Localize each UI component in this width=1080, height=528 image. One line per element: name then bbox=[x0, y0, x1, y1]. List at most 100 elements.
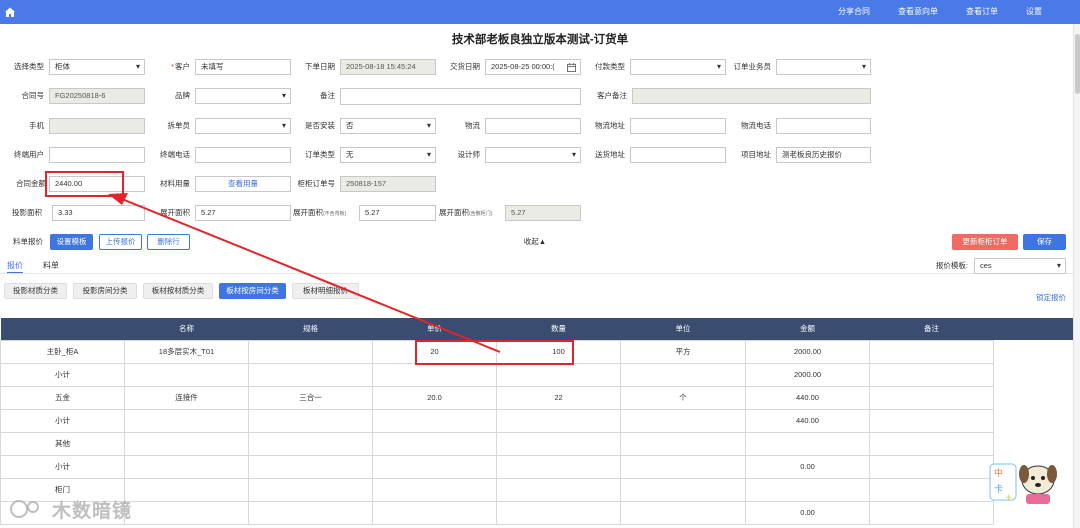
phone-label: 手机 bbox=[29, 121, 44, 130]
view-intent-orders-link[interactable]: 查看意向单 bbox=[884, 0, 952, 24]
delete-row-button[interactable]: 删除行 bbox=[147, 234, 190, 250]
brand-dropdown[interactable] bbox=[195, 88, 291, 104]
table-cell bbox=[124, 454, 249, 479]
set-template-button[interactable]: 设置模板 bbox=[50, 234, 93, 250]
lock-quote-link[interactable]: 锁定报价 bbox=[1026, 290, 1066, 306]
table-cell: 其他 bbox=[0, 431, 125, 456]
update-cabinet-order-button[interactable]: 更新柜柜订单 bbox=[952, 234, 1018, 250]
order-type-dropdown[interactable]: 无 bbox=[340, 147, 436, 163]
table-cell[interactable] bbox=[372, 362, 497, 387]
settings-link[interactable]: 设置 bbox=[1012, 0, 1056, 24]
quote-label: 料单报价 bbox=[13, 237, 43, 246]
projected-area-input[interactable]: 3.33 bbox=[52, 205, 145, 221]
home-icon[interactable] bbox=[4, 6, 16, 18]
remark-label: 备注 bbox=[320, 91, 335, 100]
designer-label: 设计师 bbox=[457, 150, 481, 159]
install-dropdown[interactable]: 否 bbox=[340, 118, 436, 134]
expanded-area-with-door-field: 5.27 bbox=[505, 205, 581, 221]
tab-quote[interactable]: 报价 bbox=[7, 260, 23, 274]
collapse-toggle[interactable]: 收起▲ bbox=[515, 234, 555, 250]
table-cell[interactable] bbox=[869, 339, 994, 364]
table-cell bbox=[248, 339, 373, 364]
table-spacer-cell bbox=[993, 432, 1074, 455]
end-phone-input[interactable] bbox=[195, 147, 291, 163]
board-room-category-button[interactable]: 板材按房间分类 bbox=[219, 283, 286, 299]
quote-template-dropdown[interactable]: ces bbox=[974, 258, 1066, 274]
customer-remark-label: 客户备注 bbox=[597, 91, 627, 100]
upload-quote-button[interactable]: 上传报价 bbox=[99, 234, 142, 250]
table-cell: 连接件 bbox=[124, 385, 249, 410]
save-button[interactable]: 保存 bbox=[1023, 234, 1066, 250]
expanded-area-input[interactable]: 5.27 bbox=[195, 205, 291, 221]
board-detail-quote-button[interactable]: 板材明细报价 bbox=[292, 283, 359, 299]
select-type-dropdown[interactable]: 柜体 bbox=[49, 59, 145, 75]
splitter-dropdown[interactable] bbox=[195, 118, 291, 134]
delivery-date-input[interactable]: 2025-08-25 00:00:( bbox=[485, 59, 581, 75]
logistics-phone-label: 物流电话 bbox=[741, 121, 771, 130]
salesperson-dropdown[interactable] bbox=[776, 59, 871, 75]
table-cell[interactable] bbox=[496, 362, 621, 387]
customer-input[interactable]: 未填写 bbox=[195, 59, 291, 75]
table-cell[interactable] bbox=[869, 431, 994, 456]
contract-no-field: FG20250818-6 bbox=[49, 88, 145, 104]
table-cell[interactable] bbox=[869, 385, 994, 410]
page-scrollbar[interactable] bbox=[1073, 24, 1080, 528]
table-cell bbox=[620, 362, 746, 387]
view-usage-button[interactable]: 查看用量 bbox=[195, 176, 291, 192]
tab-material-list[interactable]: 料单 bbox=[43, 260, 59, 274]
quote-template-label: 报价模板: bbox=[935, 261, 968, 270]
table-cell bbox=[745, 431, 870, 456]
column-header-spacer bbox=[993, 318, 1074, 340]
logistics-address-label: 物流地址 bbox=[595, 121, 625, 130]
share-contract-link[interactable]: 分享合同 bbox=[824, 0, 884, 24]
project-address-input[interactable]: 测老板良历史报价 bbox=[776, 147, 871, 163]
projection-material-category-button[interactable]: 投影材质分类 bbox=[4, 283, 67, 299]
table-cell[interactable] bbox=[372, 408, 497, 433]
table-cell[interactable]: 22 bbox=[496, 385, 621, 410]
payment-type-dropdown[interactable] bbox=[630, 59, 726, 75]
table-cell[interactable] bbox=[869, 408, 994, 433]
table-cell[interactable] bbox=[372, 431, 497, 456]
table-cell[interactable] bbox=[372, 454, 497, 479]
table-cell[interactable] bbox=[869, 454, 994, 479]
table-cell[interactable] bbox=[869, 362, 994, 387]
ship-address-label: 送货地址 bbox=[595, 150, 625, 159]
end-user-input[interactable] bbox=[49, 147, 145, 163]
table-cell: 18多层实木_T01 bbox=[124, 339, 249, 364]
page-title: 技术部老板良独立版本测试-订货单 bbox=[451, 34, 629, 46]
table-cell: 五金 bbox=[0, 385, 125, 410]
table-cell[interactable] bbox=[496, 431, 621, 456]
column-header: 备注 bbox=[869, 318, 994, 340]
table-cell: 平方 bbox=[620, 339, 746, 364]
column-header: 单位 bbox=[620, 318, 746, 340]
end-phone-label: 终端电话 bbox=[160, 150, 190, 159]
calendar-icon[interactable] bbox=[567, 63, 576, 72]
column-header: 金额 bbox=[745, 318, 870, 340]
table-cell: 小计 bbox=[0, 408, 125, 433]
remark-textarea[interactable] bbox=[340, 88, 581, 105]
table-cell[interactable] bbox=[869, 477, 994, 502]
logistics-phone-input[interactable] bbox=[776, 118, 871, 134]
table-cell bbox=[620, 477, 746, 502]
salesperson-label: 订单业务员 bbox=[733, 62, 772, 71]
delivery-date-label: 交货日期 bbox=[450, 62, 480, 71]
table-cell[interactable] bbox=[372, 477, 497, 502]
projection-room-category-button[interactable]: 投影房间分类 bbox=[73, 283, 137, 299]
table-cell[interactable] bbox=[496, 500, 621, 525]
table-cell[interactable] bbox=[496, 477, 621, 502]
view-orders-link[interactable]: 查看订单 bbox=[952, 0, 1012, 24]
material-usage-label: 材料用量 bbox=[160, 179, 190, 188]
logistics-input[interactable] bbox=[485, 118, 581, 134]
table-cell[interactable] bbox=[372, 500, 497, 525]
scrollbar-thumb[interactable] bbox=[1075, 34, 1080, 94]
board-material-category-button[interactable]: 板材按材质分类 bbox=[143, 283, 213, 299]
table-cell: 小计 bbox=[0, 362, 125, 387]
designer-dropdown[interactable] bbox=[485, 147, 581, 163]
ship-address-input[interactable] bbox=[630, 147, 726, 163]
table-cell[interactable] bbox=[496, 408, 621, 433]
table-cell[interactable] bbox=[496, 454, 621, 479]
table-cell[interactable] bbox=[869, 500, 994, 525]
table-cell[interactable]: 20.0 bbox=[372, 385, 497, 410]
logistics-address-input[interactable] bbox=[630, 118, 726, 134]
expanded-area-no-back-input[interactable]: 5.27 bbox=[359, 205, 436, 221]
